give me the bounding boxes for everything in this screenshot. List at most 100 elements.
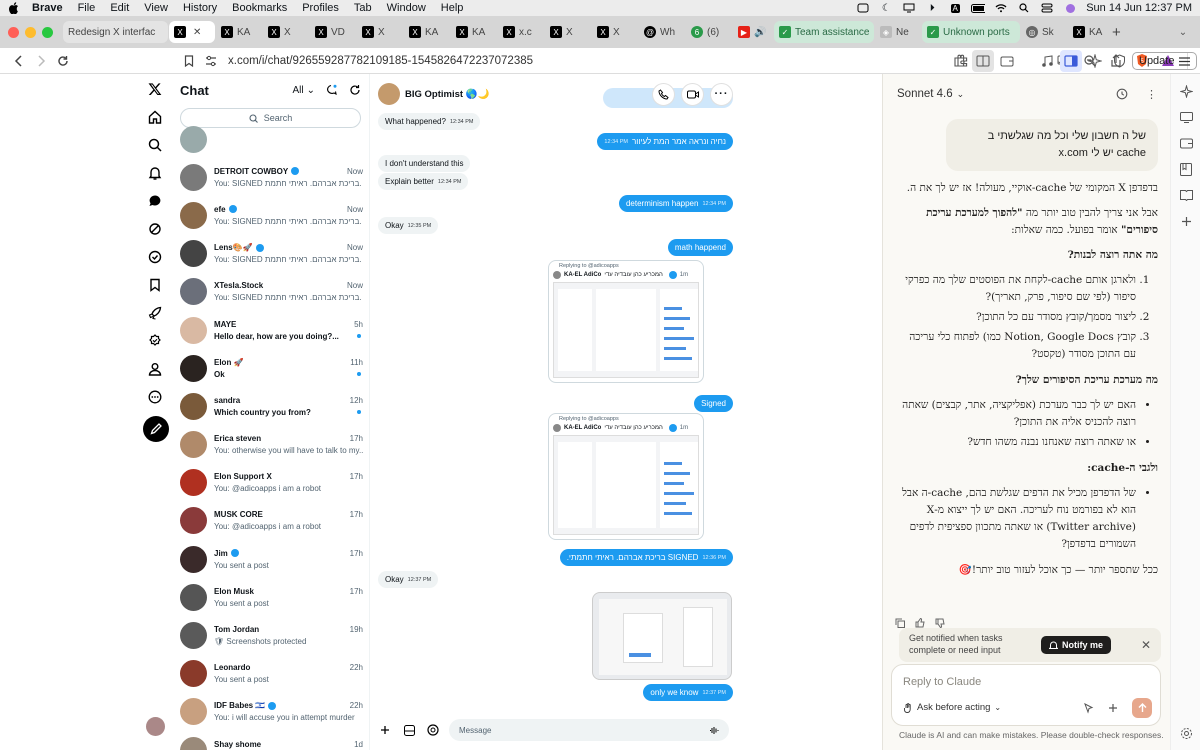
- conversation-item[interactable]: DETROIT COWBOY Now You: SIGNED בריכת אברהם…: [172, 158, 369, 196]
- tab-ka-1[interactable]: X KA: [216, 21, 262, 43]
- conversation-item[interactable]: Lens🎨🚀 Now You: SIGNED בריכת אברהם. ראיתי …: [172, 235, 369, 273]
- clock[interactable]: Sun 14 Jun 12:37 PM: [1086, 2, 1192, 14]
- tab-ka-4[interactable]: X KA: [1068, 21, 1106, 43]
- message-out[interactable]: נחיה ונראה אמר המת לעיוור 12:34 PM: [597, 133, 733, 150]
- reload-button[interactable]: [52, 50, 74, 72]
- tab-team-assistance[interactable]: ✓ Team assistance: [774, 21, 874, 43]
- new-message-icon[interactable]: [325, 84, 337, 96]
- message-out[interactable]: Signed: [694, 395, 733, 412]
- menu-help[interactable]: Help: [441, 2, 464, 14]
- conversation-item[interactable]: Leonardo 22h You sent a post: [172, 655, 369, 693]
- chat-filter-dropdown[interactable]: All ⌄: [292, 85, 315, 96]
- explore-search-icon[interactable]: [140, 132, 170, 158]
- conversation-item[interactable]: [172, 120, 369, 158]
- tab-unknown-ports[interactable]: ✓ Unknown ports: [922, 21, 1020, 43]
- add-attachment-icon[interactable]: [1108, 703, 1118, 713]
- thumbs-down-icon[interactable]: [935, 618, 945, 628]
- url-field[interactable]: x.com/i/chat/926559287782109185-15458264…: [228, 50, 533, 72]
- message-input[interactable]: Message: [449, 719, 729, 741]
- speaker-icon[interactable]: 🔊: [754, 27, 766, 38]
- video-call-button[interactable]: [681, 82, 704, 106]
- tab-sk[interactable]: ◎ Sk: [1021, 21, 1067, 43]
- cast-icon[interactable]: [902, 2, 916, 14]
- forward-button[interactable]: [30, 50, 52, 72]
- side-panel-icon[interactable]: [1060, 50, 1082, 72]
- message-in[interactable]: Okay 12:35 PM: [378, 217, 439, 234]
- shared-post-card[interactable]: Replying to @adicoapps KA-EL AdiCo המכריע…: [548, 413, 704, 540]
- tab-active-x[interactable]: X ✕: [169, 21, 215, 43]
- message-in[interactable]: I don't understand this: [378, 155, 471, 172]
- new-tab-button[interactable]: +: [1107, 21, 1129, 43]
- rocket-icon[interactable]: [140, 300, 170, 326]
- conversation-item[interactable]: Elon Support X 17h You: @adicoapps i am a …: [172, 464, 369, 502]
- apple-icon[interactable]: [8, 2, 20, 14]
- settings-gear-icon[interactable]: [1171, 720, 1200, 746]
- lists-check-icon[interactable]: [140, 244, 170, 270]
- tab-redesign[interactable]: Redesign X interfac: [63, 21, 168, 43]
- more-circle-icon[interactable]: [140, 384, 170, 410]
- add-icon[interactable]: [377, 722, 393, 738]
- message-out[interactable]: math happend: [667, 239, 733, 256]
- menu-window[interactable]: Window: [387, 2, 426, 14]
- tab-x-4[interactable]: XX: [592, 21, 638, 43]
- tab-ne[interactable]: ◈ Ne: [875, 21, 921, 43]
- notifications-bell-icon[interactable]: [140, 160, 170, 186]
- menu-view[interactable]: View: [144, 2, 168, 14]
- play-icon[interactable]: ⏵: [925, 2, 939, 14]
- menu-edit[interactable]: Edit: [110, 2, 129, 14]
- copy-icon[interactable]: [895, 618, 905, 628]
- conversation-item[interactable]: Elon Musk 17h You sent a post: [172, 578, 369, 616]
- conversation-item[interactable]: MAYE 5h Hello dear, how are you doing?...: [172, 311, 369, 349]
- conversation-avatar[interactable]: [378, 83, 400, 105]
- tab-x-3[interactable]: XX: [545, 21, 591, 43]
- more-options-button[interactable]: ···: [710, 82, 733, 106]
- zoom-window-button[interactable]: [42, 26, 53, 38]
- tab-youtube[interactable]: ▶ 🔊: [733, 21, 773, 43]
- model-selector[interactable]: Sonnet 4.6 ⌄: [897, 88, 964, 100]
- spotlight-icon[interactable]: [1017, 2, 1031, 14]
- music-icon[interactable]: [1036, 50, 1058, 72]
- conversation-item[interactable]: Jim 17h You sent a post: [172, 540, 369, 578]
- close-tab-icon[interactable]: ✕: [193, 27, 201, 38]
- wallet-icon[interactable]: [1171, 130, 1200, 156]
- conversation-item[interactable]: XTesla.Stock Now You: SIGNED בריכת אברהם. …: [172, 273, 369, 311]
- tab-x-2[interactable]: XX: [357, 21, 403, 43]
- minimize-window-button[interactable]: [25, 26, 36, 38]
- conversation-item[interactable]: Tom Jordan 19h 🛡 Screenshots protected: [172, 616, 369, 654]
- menu-brave[interactable]: Brave: [32, 2, 63, 14]
- leo-ai-icon[interactable]: [1084, 50, 1106, 72]
- message-in[interactable]: Okay 12:37 PM: [378, 571, 439, 588]
- notify-me-button[interactable]: Notify me: [1041, 636, 1112, 654]
- conversation-item[interactable]: Erica steven 17h You: otherwise you will h…: [172, 426, 369, 464]
- grok-icon[interactable]: [140, 216, 170, 242]
- conversation-item[interactable]: efe Now You: SIGNED בריכת אברהם. ראיתי חתמ…: [172, 196, 369, 234]
- tab-ka-2[interactable]: X KA: [404, 21, 450, 43]
- close-window-button[interactable]: [8, 26, 19, 38]
- new-chat-icon[interactable]: [1116, 88, 1128, 100]
- refresh-settings-icon[interactable]: [349, 84, 361, 96]
- menu-file[interactable]: File: [78, 2, 96, 14]
- tab-wh[interactable]: @ Wh: [639, 21, 685, 43]
- compose-post-button[interactable]: [143, 416, 169, 442]
- control-center-icon[interactable]: [1040, 2, 1054, 14]
- send-button[interactable]: [1132, 698, 1152, 718]
- chat-icon[interactable]: [140, 188, 170, 214]
- conversation-item[interactable]: sandra 12h Which country you from?: [172, 387, 369, 425]
- moon-icon[interactable]: ☾: [879, 2, 893, 14]
- back-button[interactable]: [8, 50, 30, 72]
- message-out[interactable]: SIGNED בריכת אברהם. ראיתי חתמתי. 12:36 PM: [559, 549, 733, 566]
- message-in[interactable]: What happened? 12:34 PM: [378, 113, 481, 130]
- media-icon[interactable]: [401, 722, 417, 738]
- message-out[interactable]: only we know 12:37 PM: [643, 684, 733, 701]
- display-icon[interactable]: [1171, 104, 1200, 130]
- reading-list-icon[interactable]: [1171, 182, 1200, 208]
- tab-ka-3[interactable]: X KA: [451, 21, 497, 43]
- tab-menu-chevron-icon[interactable]: ⌄: [1172, 21, 1194, 43]
- text-input-icon[interactable]: A: [948, 2, 962, 14]
- account-avatar[interactable]: [146, 717, 165, 736]
- thumbs-up-icon[interactable]: [915, 618, 925, 628]
- conversation-title[interactable]: BIG Optimist 🌎🌙: [405, 89, 489, 100]
- voice-icon[interactable]: [709, 726, 719, 735]
- shared-post-card[interactable]: Replying to @adicoapps KA-EL AdiCo המכריע…: [548, 260, 704, 383]
- wallet-icon[interactable]: [996, 50, 1018, 72]
